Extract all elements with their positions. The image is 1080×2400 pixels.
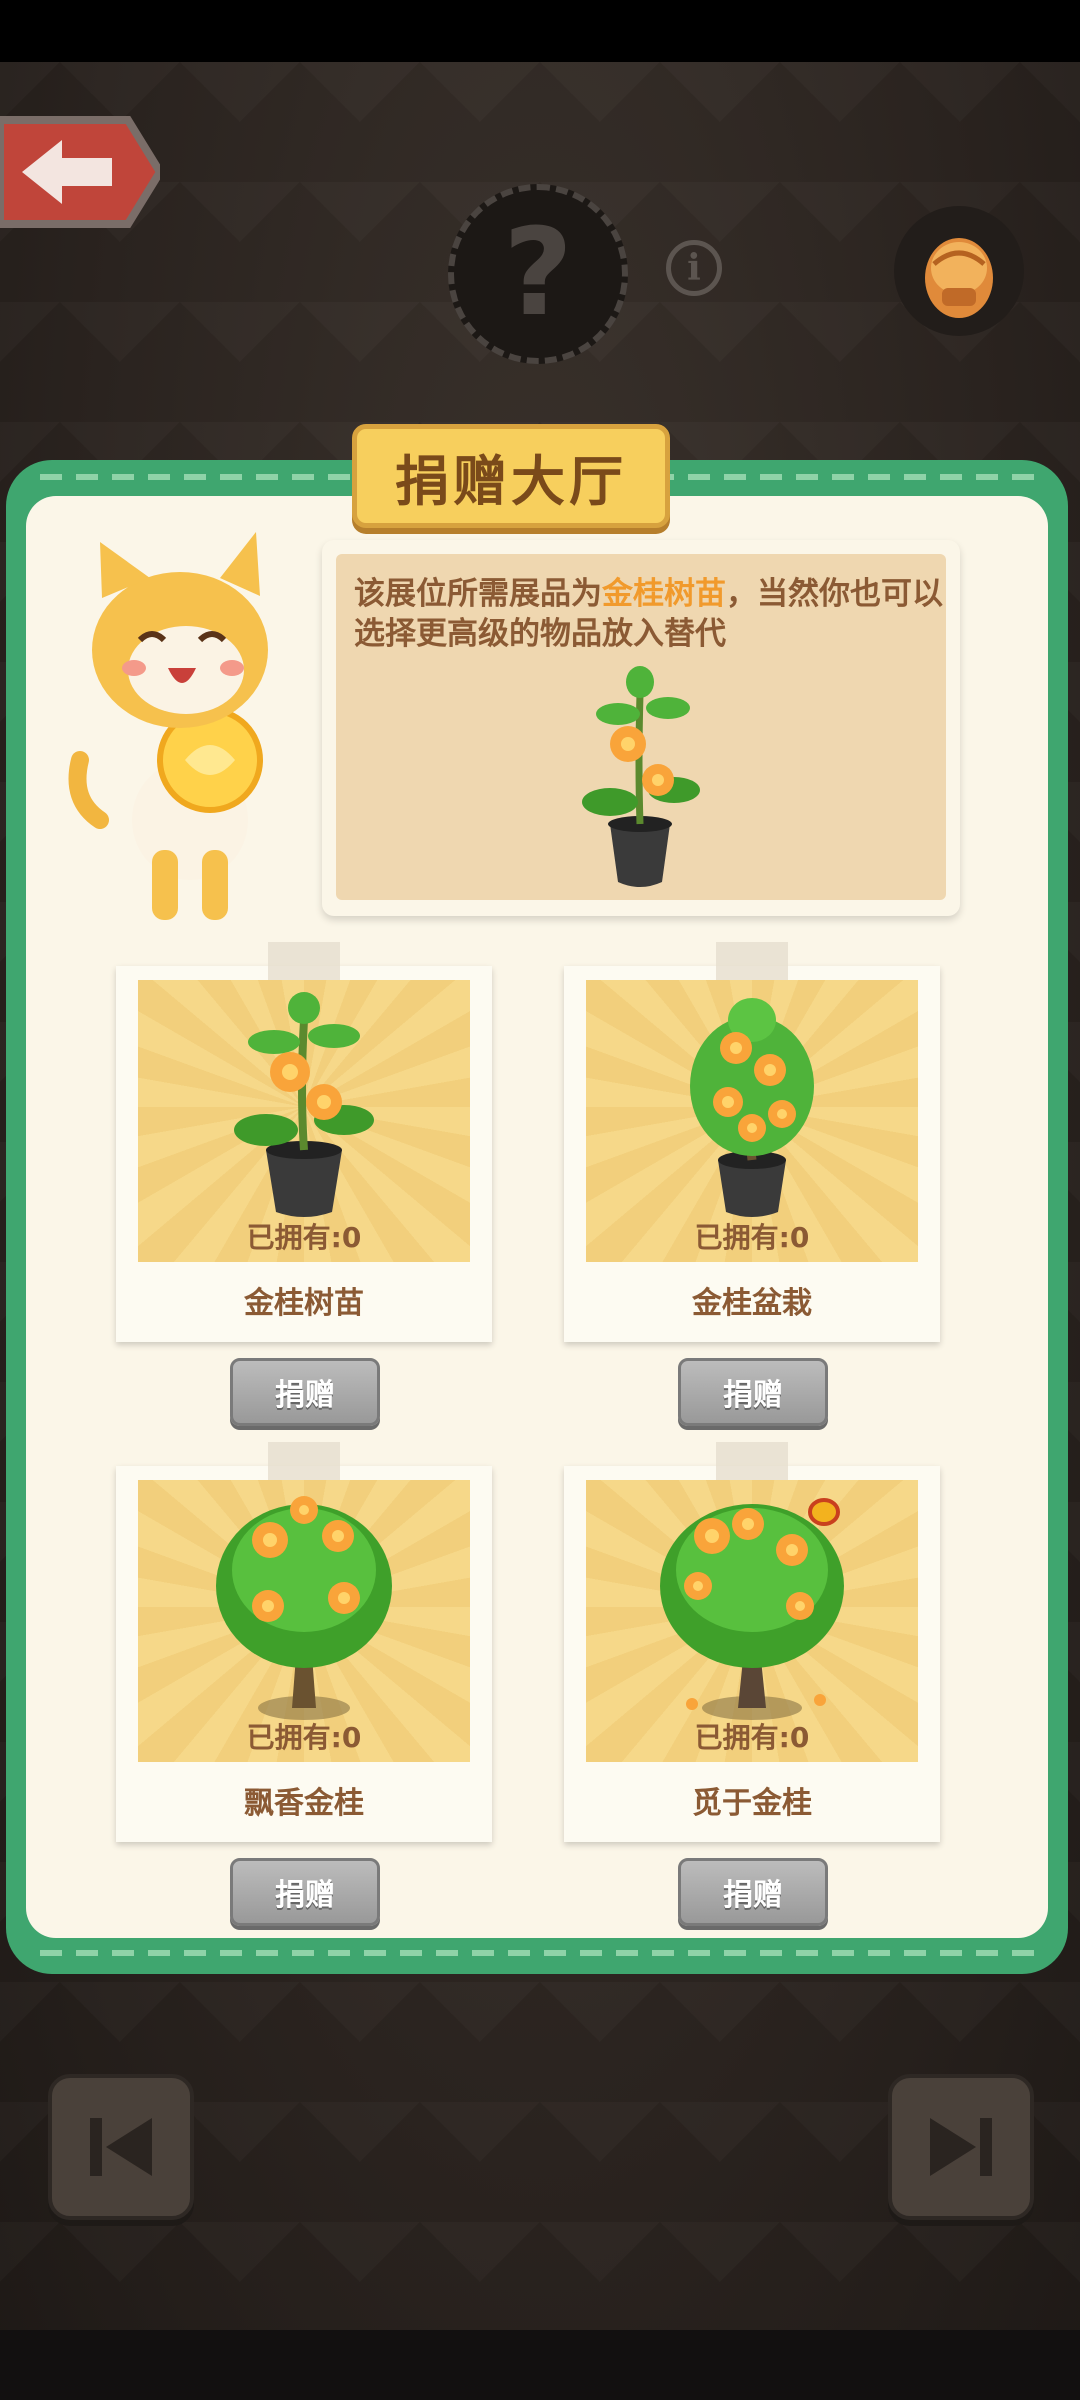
item-frame: 已拥有:0 xyxy=(138,1480,470,1762)
item-name: 金桂盆栽 xyxy=(692,1286,812,1321)
back-button[interactable] xyxy=(0,112,165,232)
cat-mascot-icon xyxy=(68,532,268,920)
item-card-golden-osmanthus[interactable]: 已拥有:0 觅于金桂 xyxy=(564,1442,940,1842)
item-card-sapling[interactable]: 已拥有:0 金桂树苗 xyxy=(116,942,492,1342)
info-icon: i xyxy=(687,247,701,289)
item-name: 金桂树苗 xyxy=(244,1286,364,1321)
bottom-band xyxy=(0,2330,1080,2400)
mystery-exhibit-slot[interactable]: ? xyxy=(448,184,628,364)
owned-count: 已拥有:0 xyxy=(694,1721,810,1754)
item-frame: 已拥有:0 xyxy=(586,1480,918,1762)
item-name: 飘香金桂 xyxy=(244,1786,364,1821)
previous-page-button[interactable] xyxy=(48,2074,194,2220)
bag-button[interactable] xyxy=(894,206,1024,336)
panel-title-banner: 捐赠大厅 xyxy=(352,424,670,528)
info-button[interactable]: i xyxy=(666,240,722,296)
back-arrow-icon xyxy=(0,116,165,228)
status-bar xyxy=(0,0,1080,62)
donate-label: 捐赠 xyxy=(275,1878,335,1913)
skip-next-icon xyxy=(930,2118,992,2176)
next-page-button[interactable] xyxy=(888,2074,1034,2220)
donate-button-sapling[interactable]: 捐赠 xyxy=(230,1358,380,1426)
potted-sapling-icon xyxy=(234,992,374,1217)
potted-bonsai-icon xyxy=(690,998,814,1217)
donate-button-fragrant-osmanthus[interactable]: 捐赠 xyxy=(230,1858,380,1926)
required-item-name: 金桂树苗 xyxy=(602,576,726,612)
required-sapling-icon xyxy=(582,666,700,887)
item-frame: 已拥有:0 xyxy=(138,980,470,1262)
requirement-text-prefix: 该展位所需展品为 xyxy=(354,576,602,612)
panel-border-stitch-bottom xyxy=(40,1950,1040,1956)
donate-label: 捐赠 xyxy=(723,1378,783,1413)
donate-label: 捐赠 xyxy=(723,1878,783,1913)
donate-button-golden-osmanthus[interactable]: 捐赠 xyxy=(678,1858,828,1926)
owned-count: 已拥有:0 xyxy=(694,1221,810,1254)
skip-previous-icon xyxy=(90,2118,152,2176)
item-frame: 已拥有:0 xyxy=(586,980,918,1262)
owned-count: 已拥有:0 xyxy=(246,1221,362,1254)
osmanthus-tree-icon xyxy=(216,1496,392,1720)
panel-title: 捐赠大厅 xyxy=(395,449,627,513)
item-card-bonsai[interactable]: 已拥有:0 金桂盆栽 xyxy=(564,942,940,1342)
requirement-text: 该展位所需展品为金桂树苗，当然你也可以选择更高级的物品放入替代 xyxy=(354,574,944,654)
donate-label: 捐赠 xyxy=(275,1378,335,1413)
question-mark-icon: ? xyxy=(503,204,573,343)
donate-button-bonsai[interactable]: 捐赠 xyxy=(678,1358,828,1426)
item-name: 觅于金桂 xyxy=(692,1786,812,1821)
golden-osmanthus-tree-icon xyxy=(660,1498,844,1720)
bag-icon xyxy=(925,238,993,318)
item-card-fragrant-osmanthus[interactable]: 已拥有:0 飘香金桂 xyxy=(116,1442,492,1842)
owned-count: 已拥有:0 xyxy=(246,1721,362,1754)
